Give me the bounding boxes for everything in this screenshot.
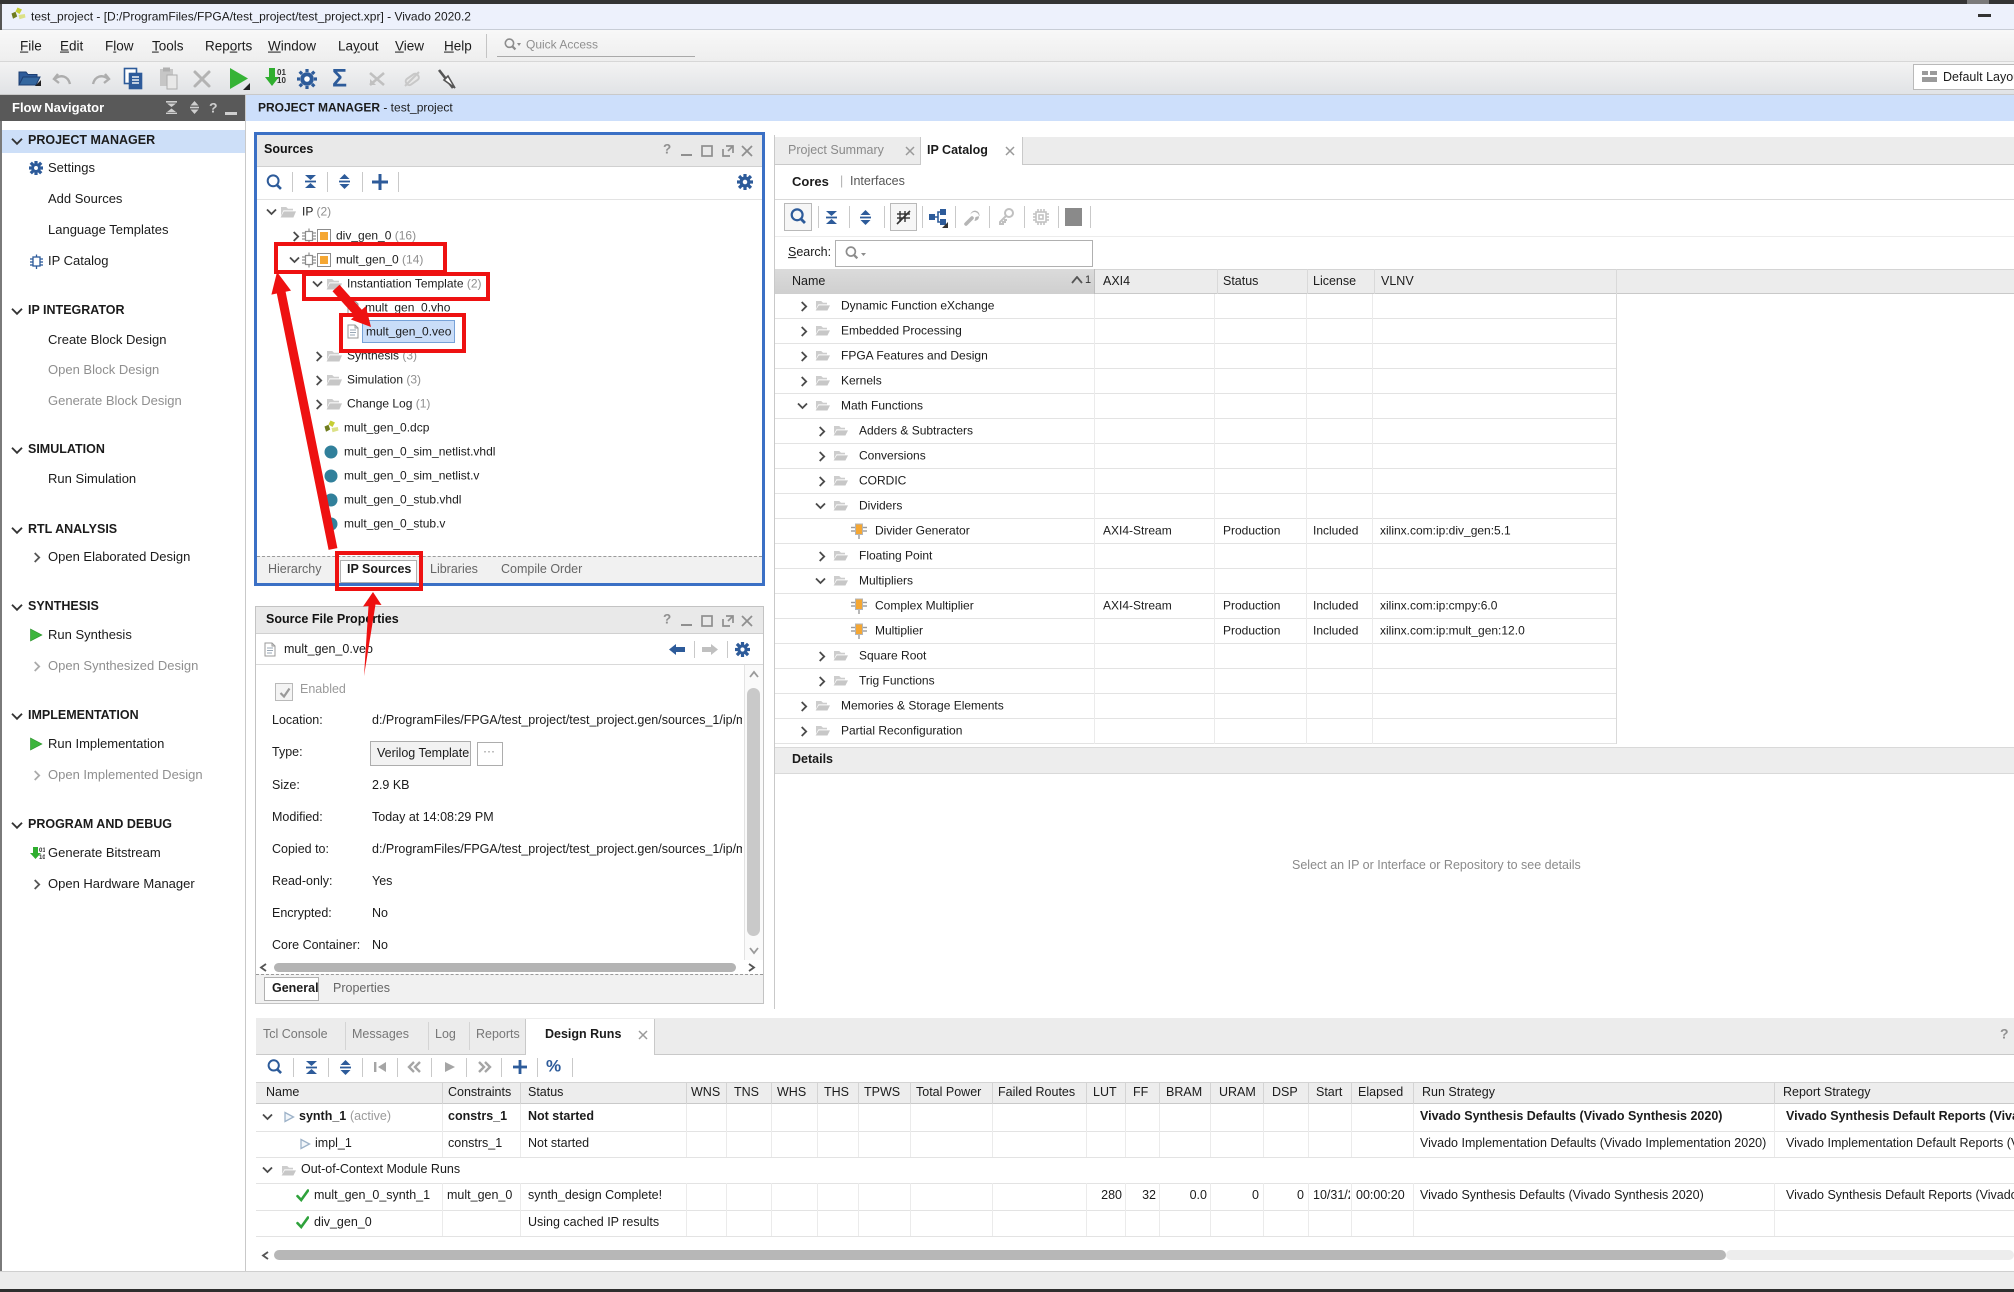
svg-text:01: 01 [39,848,45,854]
svg-text:10: 10 [39,855,45,861]
svg-text:10: 10 [277,76,286,85]
